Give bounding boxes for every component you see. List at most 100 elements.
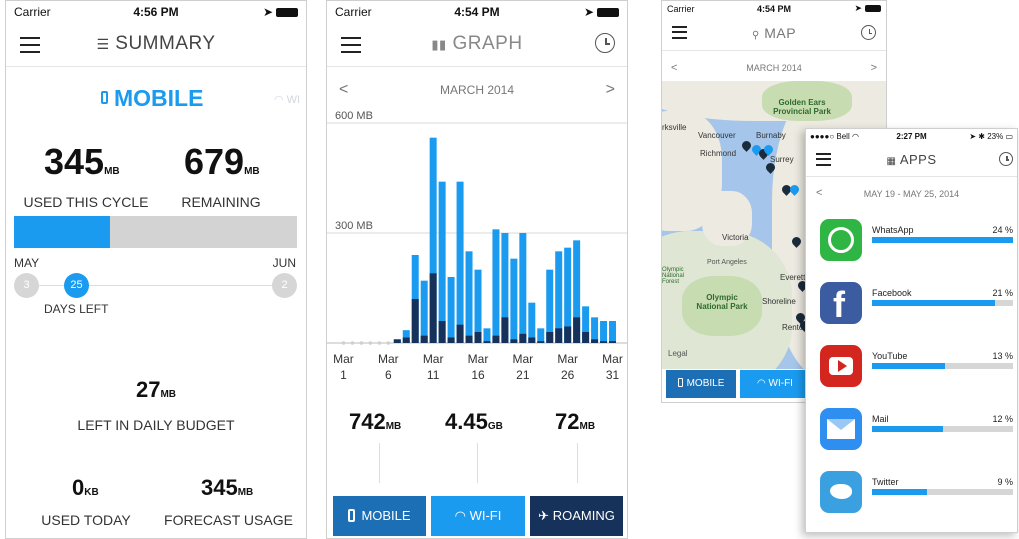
tab-mobile[interactable]: MOBILE xyxy=(666,370,736,398)
youtube-icon xyxy=(820,345,862,387)
month-label: MARCH 2014 xyxy=(439,83,515,97)
divider xyxy=(379,443,380,483)
usage-bar-fill xyxy=(872,426,943,432)
twitter-icon xyxy=(820,471,862,513)
chart-empty-dot xyxy=(350,341,355,345)
place-label: Surrey xyxy=(770,155,794,164)
daily-budget-label: LEFT IN DAILY BUDGET xyxy=(77,417,235,433)
forecast-value: 345MB xyxy=(201,475,254,500)
next-month-button[interactable]: > xyxy=(871,62,877,74)
forecast-label: FORECAST USAGE xyxy=(164,512,293,528)
status-bar: Carrier 4:54 PM ➤ xyxy=(327,1,627,23)
x-tick-label: 1 xyxy=(340,368,347,382)
list-item[interactable]: Twitter 9 % xyxy=(816,471,1017,527)
list-icon: ☰ xyxy=(96,36,110,52)
place-label: Victoria xyxy=(722,233,749,242)
x-tick-label: Mar xyxy=(557,352,578,366)
chart-bar xyxy=(402,337,410,343)
phone-icon xyxy=(677,378,683,387)
divider xyxy=(577,443,578,483)
usage-bar xyxy=(872,426,1013,432)
tab-wifi[interactable]: ◠ WI-FI xyxy=(740,370,810,398)
chart-empty-dot xyxy=(377,341,382,345)
chart-bar xyxy=(591,339,599,343)
tab-wifi[interactable]: ◠ WI xyxy=(274,93,300,106)
divider xyxy=(477,443,478,483)
used-today-value: 0KB xyxy=(72,475,99,500)
daily-budget-value: 27MB xyxy=(135,377,177,402)
app-name: Facebook xyxy=(872,288,912,298)
chart-empty-dot xyxy=(341,341,346,345)
facebook-icon: f xyxy=(820,282,862,324)
x-tick-label: 26 xyxy=(561,368,575,382)
wifi-icon: ◠ xyxy=(757,378,766,389)
location-pin-icon: ⚲ xyxy=(751,30,760,41)
nav-bar: ▦ APPS xyxy=(806,143,1017,177)
usage-chart: 600 MB 300 MB Mar 1 Mar 6 Mar 11 Mar 16 Mar 21 Mar 26… xyxy=(327,110,627,382)
chart-bar xyxy=(528,302,536,343)
day-end-dot: 2 xyxy=(272,273,297,298)
chart-bar xyxy=(411,299,419,343)
chart-bar xyxy=(492,335,500,343)
usage-bar-fill xyxy=(872,237,1013,243)
tab-roaming[interactable]: ✈ ROAMING xyxy=(530,496,623,536)
place-label: Burnaby xyxy=(756,131,786,140)
day-current-dot: 25 xyxy=(64,273,89,298)
chart-bar xyxy=(555,328,563,343)
phone-icon xyxy=(101,91,108,104)
total-wifi: 4.45GB xyxy=(445,409,503,434)
history-clock-icon[interactable] xyxy=(595,33,615,53)
place-label: Shoreline xyxy=(762,297,796,306)
chart-bar xyxy=(447,337,455,343)
day-start-dot: 3 xyxy=(14,273,39,298)
tab-wifi[interactable]: ◠ WI-FI xyxy=(431,496,525,536)
page-title: ☰ SUMMARY xyxy=(96,33,216,54)
list-item[interactable]: YouTube 13 % xyxy=(816,345,1017,401)
place-label: Golden Ears Provincial Park xyxy=(773,98,831,116)
chart-bar xyxy=(537,328,545,343)
airplane-icon: ✈ xyxy=(538,508,550,523)
chart-bar xyxy=(465,335,473,343)
list-item[interactable]: WhatsApp 24 % xyxy=(816,219,1017,275)
status-bar: ●●●●○ Bell ◠ 2:27 PM ➤ ✱ 23% ▭ xyxy=(806,129,1017,143)
chart-bar xyxy=(609,341,617,343)
x-tick-label: 21 xyxy=(516,368,530,382)
chart-bar xyxy=(537,341,545,343)
history-clock-icon[interactable] xyxy=(999,152,1013,166)
page-title: ▦ APPS xyxy=(886,152,937,167)
app-name: Twitter xyxy=(872,477,899,487)
app-name: WhatsApp xyxy=(872,225,914,235)
cycle-end-month: JUN xyxy=(272,256,296,270)
nav-bar: ☰ SUMMARY xyxy=(6,23,306,67)
map-legal-link[interactable]: Legal xyxy=(668,349,688,358)
chart-bar xyxy=(465,251,473,343)
nav-bar: ▮▮ GRAPH xyxy=(327,23,627,67)
app-percent: 9 % xyxy=(997,477,1013,487)
x-tick-label: 6 xyxy=(385,368,392,382)
page-title: ⚲ MAP xyxy=(751,25,797,41)
clock-label: 4:56 PM xyxy=(133,5,179,19)
history-clock-icon[interactable] xyxy=(861,25,876,40)
tab-mobile[interactable]: MOBILE xyxy=(333,496,426,536)
list-item[interactable]: f Facebook 21 % xyxy=(816,282,1017,338)
chart-bar xyxy=(609,321,617,343)
used-value: 345MB xyxy=(44,141,120,182)
place-label: Olympic National Forest xyxy=(662,267,685,285)
battery-icon: ➤ ✱ 23% ▭ xyxy=(969,132,1013,141)
next-month-button[interactable]: > xyxy=(606,81,615,99)
usage-bar xyxy=(872,237,1013,243)
tab-mobile[interactable]: MOBILE xyxy=(101,85,203,112)
remaining-value: 679MB xyxy=(184,141,260,182)
graph-screen: Carrier 4:54 PM ➤ ▮▮ GRAPH < MARCH 2014 … xyxy=(326,0,628,539)
chart-bar xyxy=(510,339,518,343)
chart-bar xyxy=(438,181,446,343)
wifi-icon: ◠ xyxy=(274,94,284,106)
chart-bar xyxy=(492,229,500,343)
chart-bar xyxy=(429,273,437,343)
list-item[interactable]: Mail 12 % xyxy=(816,408,1017,464)
chart-bar xyxy=(447,277,455,343)
usage-bar xyxy=(872,363,1013,369)
chart-bar xyxy=(501,317,509,343)
app-percent: 21 % xyxy=(992,288,1013,298)
chart-bar xyxy=(393,339,401,343)
